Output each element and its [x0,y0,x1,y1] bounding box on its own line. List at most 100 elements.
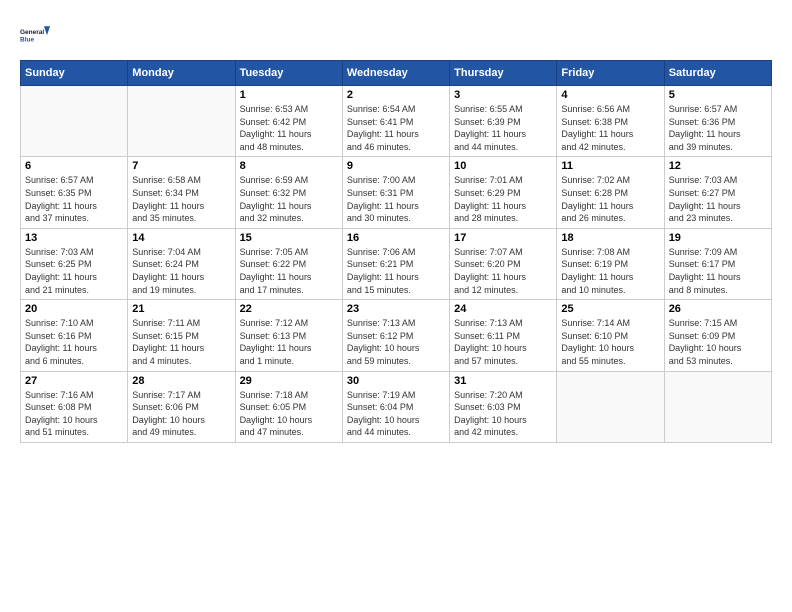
day-info: Sunrise: 7:08 AM Sunset: 6:19 PM Dayligh… [561,246,659,296]
calendar-cell: 27 Sunrise: 7:16 AM Sunset: 6:08 PM Dayli… [21,371,128,442]
day-info: Sunrise: 7:12 AM Sunset: 6:13 PM Dayligh… [240,317,338,367]
day-number: 13 [25,232,123,244]
day-info: Sunrise: 7:02 AM Sunset: 6:28 PM Dayligh… [561,174,659,224]
day-info: Sunrise: 7:16 AM Sunset: 6:08 PM Dayligh… [25,389,123,439]
day-info: Sunrise: 6:57 AM Sunset: 6:35 PM Dayligh… [25,174,123,224]
svg-text:Blue: Blue [20,36,34,43]
day-info: Sunrise: 7:18 AM Sunset: 6:05 PM Dayligh… [240,389,338,439]
calendar-cell: 3 Sunrise: 6:55 AM Sunset: 6:39 PM Daylig… [450,86,557,157]
svg-text:General: General [20,29,44,36]
calendar-cell: 5 Sunrise: 6:57 AM Sunset: 6:36 PM Daylig… [664,86,771,157]
day-info: Sunrise: 6:59 AM Sunset: 6:32 PM Dayligh… [240,174,338,224]
day-info: Sunrise: 7:04 AM Sunset: 6:24 PM Dayligh… [132,246,230,296]
day-info: Sunrise: 6:57 AM Sunset: 6:36 PM Dayligh… [669,103,767,153]
day-info: Sunrise: 6:54 AM Sunset: 6:41 PM Dayligh… [347,103,445,153]
weekday-header-tuesday: Tuesday [235,61,342,86]
day-number: 18 [561,232,659,244]
day-number: 11 [561,160,659,172]
calendar-cell: 12Sunrise: 7:03 AM Sunset: 6:27 PM Dayli… [664,157,771,228]
day-number: 24 [454,303,552,315]
calendar-cell: 25 Sunrise: 7:14 AM Sunset: 6:10 PM Dayli… [557,300,664,371]
day-info: Sunrise: 7:10 AM Sunset: 6:16 PM Dayligh… [25,317,123,367]
calendar-cell: 7 Sunrise: 6:58 AM Sunset: 6:34 PM Daylig… [128,157,235,228]
day-info: Sunrise: 7:05 AM Sunset: 6:22 PM Dayligh… [240,246,338,296]
calendar-cell: 23 Sunrise: 7:13 AM Sunset: 6:12 PM Dayli… [342,300,449,371]
day-info: Sunrise: 7:13 AM Sunset: 6:11 PM Dayligh… [454,317,552,367]
day-number: 12 [669,160,767,172]
calendar-table: SundayMondayTuesdayWednesdayThursdayFrid… [20,60,772,443]
day-number: 6 [25,160,123,172]
calendar-cell: 4Sunrise: 6:56 AM Sunset: 6:38 PM Daylig… [557,86,664,157]
calendar-cell: 28 Sunrise: 7:17 AM Sunset: 6:06 PM Dayli… [128,371,235,442]
calendar-cell: 9 Sunrise: 7:00 AM Sunset: 6:31 PM Daylig… [342,157,449,228]
calendar-cell: 20 Sunrise: 7:10 AM Sunset: 6:16 PM Dayli… [21,300,128,371]
day-number: 10 [454,160,552,172]
calendar-cell: 30 Sunrise: 7:19 AM Sunset: 6:04 PM Dayli… [342,371,449,442]
calendar-cell: 8 Sunrise: 6:59 AM Sunset: 6:32 PM Daylig… [235,157,342,228]
calendar-cell [21,86,128,157]
calendar-cell: 16 Sunrise: 7:06 AM Sunset: 6:21 PM Dayli… [342,228,449,299]
weekday-header-monday: Monday [128,61,235,86]
day-number: 28 [132,375,230,387]
weekday-header-friday: Friday [557,61,664,86]
day-info: Sunrise: 7:14 AM Sunset: 6:10 PM Dayligh… [561,317,659,367]
day-info: Sunrise: 7:15 AM Sunset: 6:09 PM Dayligh… [669,317,767,367]
day-number: 14 [132,232,230,244]
day-number: 31 [454,375,552,387]
weekday-header-saturday: Saturday [664,61,771,86]
calendar-cell: 15 Sunrise: 7:05 AM Sunset: 6:22 PM Dayli… [235,228,342,299]
weekday-header-thursday: Thursday [450,61,557,86]
day-info: Sunrise: 6:55 AM Sunset: 6:39 PM Dayligh… [454,103,552,153]
calendar-cell: 31 Sunrise: 7:20 AM Sunset: 6:03 PM Dayli… [450,371,557,442]
weekday-header-wednesday: Wednesday [342,61,449,86]
calendar-cell: 21Sunrise: 7:11 AM Sunset: 6:15 PM Dayli… [128,300,235,371]
day-info: Sunrise: 7:09 AM Sunset: 6:17 PM Dayligh… [669,246,767,296]
day-number: 9 [347,160,445,172]
calendar-cell: 19 Sunrise: 7:09 AM Sunset: 6:17 PM Dayli… [664,228,771,299]
page-header: GeneralBlue [20,20,772,50]
day-number: 15 [240,232,338,244]
day-number: 22 [240,303,338,315]
calendar-cell: 14 Sunrise: 7:04 AM Sunset: 6:24 PM Dayli… [128,228,235,299]
calendar-cell [664,371,771,442]
calendar-cell: 6 Sunrise: 6:57 AM Sunset: 6:35 PM Daylig… [21,157,128,228]
calendar-cell: 22 Sunrise: 7:12 AM Sunset: 6:13 PM Dayli… [235,300,342,371]
day-number: 20 [25,303,123,315]
day-info: Sunrise: 7:13 AM Sunset: 6:12 PM Dayligh… [347,317,445,367]
calendar-cell [557,371,664,442]
calendar-cell: 13Sunrise: 7:03 AM Sunset: 6:25 PM Dayli… [21,228,128,299]
weekday-header-row: SundayMondayTuesdayWednesdayThursdayFrid… [21,61,772,86]
day-number: 25 [561,303,659,315]
day-number: 19 [669,232,767,244]
day-number: 23 [347,303,445,315]
day-info: Sunrise: 7:20 AM Sunset: 6:03 PM Dayligh… [454,389,552,439]
day-info: Sunrise: 7:17 AM Sunset: 6:06 PM Dayligh… [132,389,230,439]
logo: GeneralBlue [20,20,50,50]
day-info: Sunrise: 7:00 AM Sunset: 6:31 PM Dayligh… [347,174,445,224]
week-row-4: 20 Sunrise: 7:10 AM Sunset: 6:16 PM Dayli… [21,300,772,371]
week-row-5: 27 Sunrise: 7:16 AM Sunset: 6:08 PM Dayli… [21,371,772,442]
calendar-cell: 17 Sunrise: 7:07 AM Sunset: 6:20 PM Dayli… [450,228,557,299]
day-info: Sunrise: 7:07 AM Sunset: 6:20 PM Dayligh… [454,246,552,296]
calendar-cell: 11 Sunrise: 7:02 AM Sunset: 6:28 PM Dayli… [557,157,664,228]
calendar-cell: 10 Sunrise: 7:01 AM Sunset: 6:29 PM Dayli… [450,157,557,228]
day-number: 8 [240,160,338,172]
day-number: 16 [347,232,445,244]
day-number: 29 [240,375,338,387]
day-number: 27 [25,375,123,387]
week-row-3: 13Sunrise: 7:03 AM Sunset: 6:25 PM Dayli… [21,228,772,299]
day-info: Sunrise: 6:58 AM Sunset: 6:34 PM Dayligh… [132,174,230,224]
day-number: 1 [240,89,338,101]
day-number: 3 [454,89,552,101]
calendar-cell: 24 Sunrise: 7:13 AM Sunset: 6:11 PM Dayli… [450,300,557,371]
week-row-1: 1Sunrise: 6:53 AM Sunset: 6:42 PM Daylig… [21,86,772,157]
day-info: Sunrise: 7:06 AM Sunset: 6:21 PM Dayligh… [347,246,445,296]
day-number: 7 [132,160,230,172]
day-info: Sunrise: 7:01 AM Sunset: 6:29 PM Dayligh… [454,174,552,224]
day-number: 30 [347,375,445,387]
day-info: Sunrise: 7:19 AM Sunset: 6:04 PM Dayligh… [347,389,445,439]
calendar-cell: 29 Sunrise: 7:18 AM Sunset: 6:05 PM Dayli… [235,371,342,442]
day-number: 5 [669,89,767,101]
calendar-cell [128,86,235,157]
day-number: 17 [454,232,552,244]
